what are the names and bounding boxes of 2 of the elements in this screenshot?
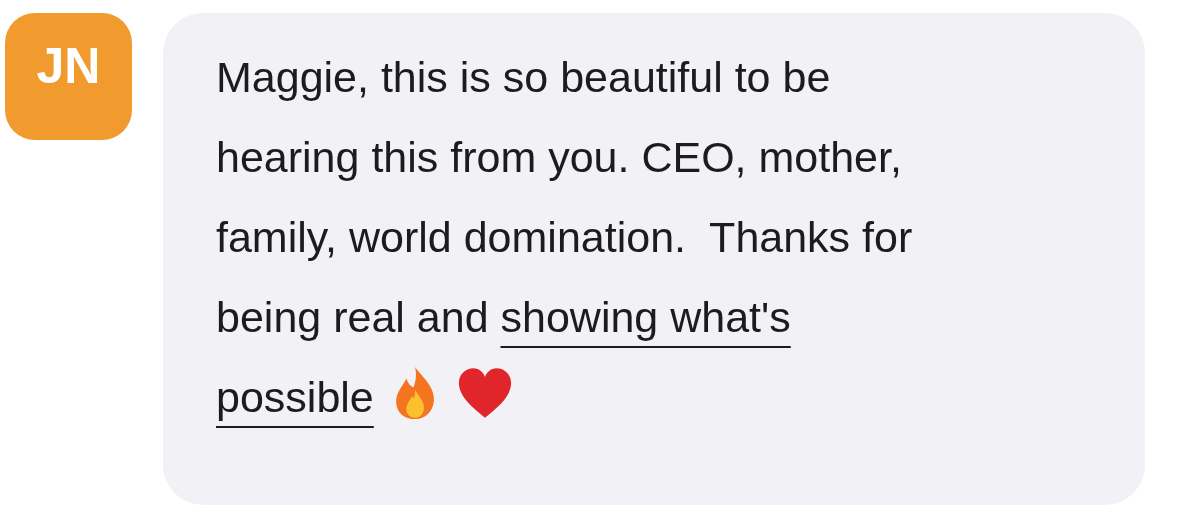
message-text: Maggie, this is so beautiful to be hearing this from you. CEO, mother, family, world domination. Thanks for being real and showing what's possible	[216, 52, 914, 424]
avatar: JN	[5, 13, 132, 140]
